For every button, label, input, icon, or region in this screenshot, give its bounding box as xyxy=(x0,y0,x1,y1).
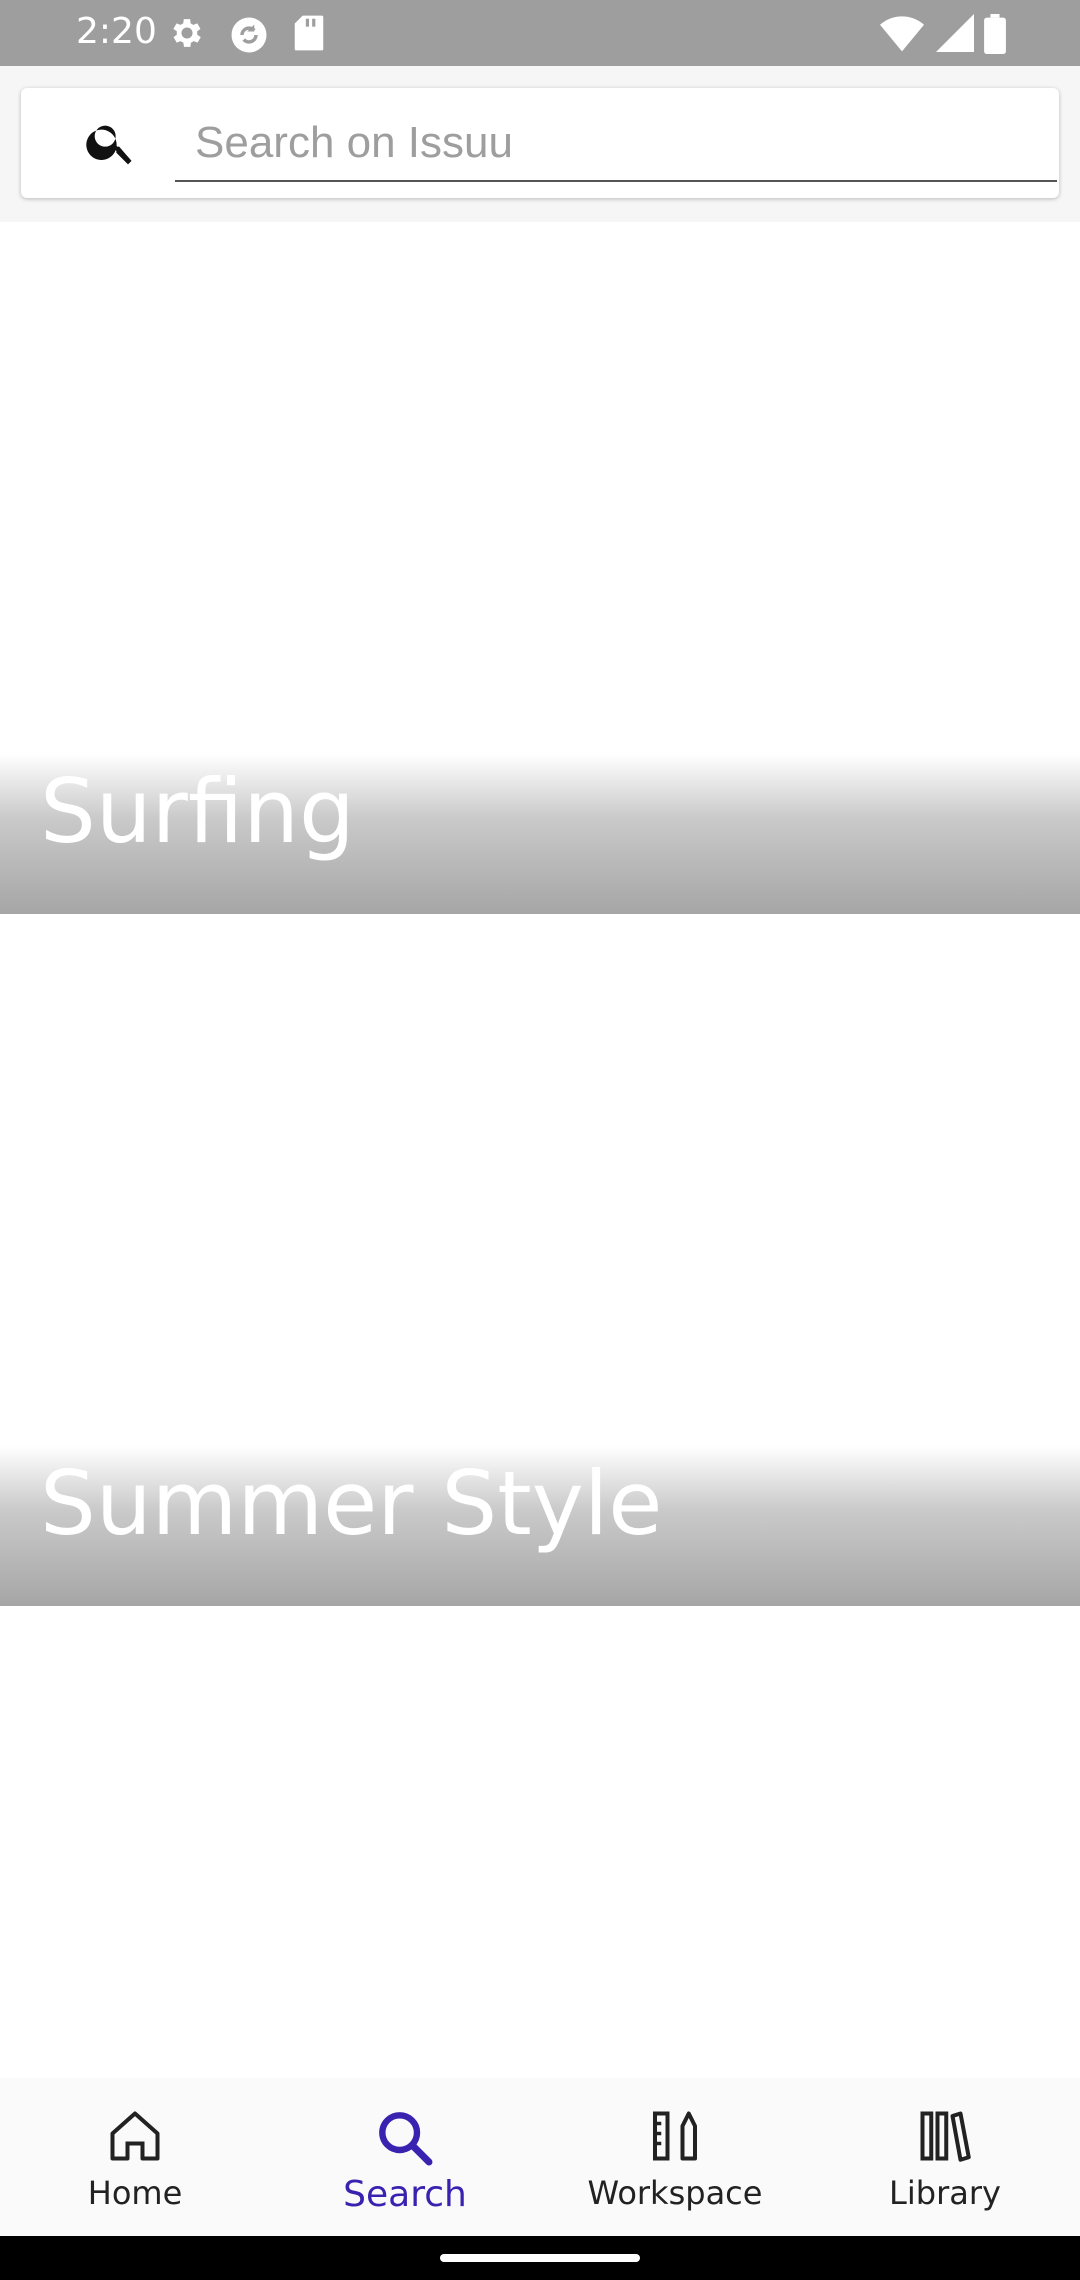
topic-tile-summer-style[interactable]: Summer Style xyxy=(0,914,1080,1606)
gesture-bar xyxy=(0,2236,1080,2280)
topic-label: Summer Style xyxy=(40,1452,663,1555)
nav-search[interactable]: Search xyxy=(270,2078,540,2236)
nav-label-search: Search xyxy=(343,2174,467,2215)
status-bar: 2:20 xyxy=(0,0,1080,66)
topic-tile-surfing[interactable]: Surfing xyxy=(0,222,1080,914)
workspace-icon xyxy=(645,2106,705,2170)
nav-library[interactable]: Library xyxy=(810,2078,1080,2236)
home-icon xyxy=(105,2106,165,2170)
home-gesture-handle[interactable] xyxy=(440,2254,640,2262)
gear-icon xyxy=(168,14,206,57)
nav-label-workspace: Workspace xyxy=(587,2174,763,2212)
sync-icon xyxy=(228,14,270,61)
wifi-icon xyxy=(880,14,924,57)
signal-icon xyxy=(936,14,974,57)
search-input[interactable] xyxy=(175,106,1057,182)
battery-icon xyxy=(984,14,1006,59)
library-icon xyxy=(915,2106,975,2170)
nav-label-library: Library xyxy=(889,2174,1001,2212)
sd-card-icon xyxy=(292,14,326,57)
nav-workspace[interactable]: Workspace xyxy=(540,2078,810,2236)
search-bar xyxy=(21,88,1059,198)
search-header xyxy=(0,66,1080,222)
bottom-navigation: Home Search Workspace Library xyxy=(0,2078,1080,2236)
search-icon xyxy=(373,2106,437,2170)
nav-label-home: Home xyxy=(87,2174,183,2212)
nav-home[interactable]: Home xyxy=(0,2078,270,2236)
search-icon xyxy=(83,114,139,175)
topic-label: Surfing xyxy=(40,760,355,863)
status-time: 2:20 xyxy=(76,11,157,52)
